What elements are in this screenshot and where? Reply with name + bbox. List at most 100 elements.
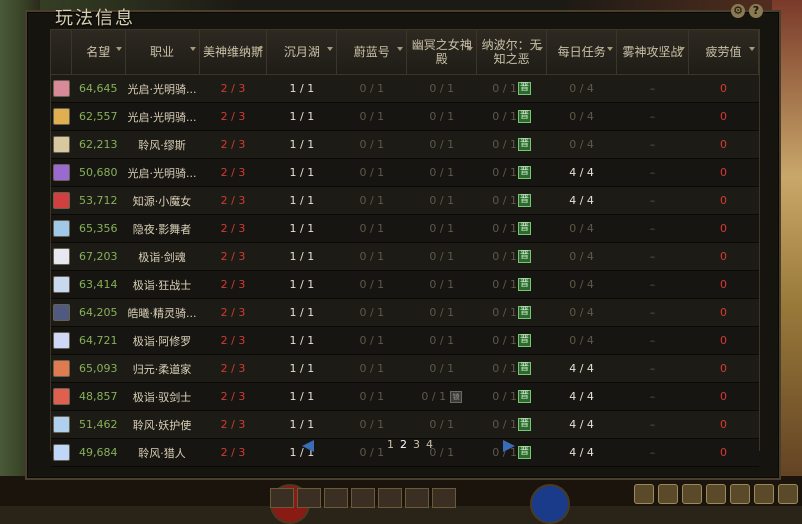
promote-badge-icon[interactable]: 晋 — [518, 418, 531, 432]
fog-cell: – — [616, 326, 689, 355]
skill-slot[interactable] — [324, 488, 348, 508]
sort-arrow-icon[interactable] — [189, 47, 196, 51]
nether-cell: 0 / 1 — [406, 214, 477, 243]
table-row[interactable]: 63,414 极诣·狂战士 2 / 31 / 10 / 10 / 10 / 1晋0 … — [51, 270, 759, 299]
promote-badge-icon[interactable]: 晋 — [518, 390, 531, 404]
fatigue-cell: 0 — [688, 242, 759, 271]
page-number[interactable]: 1 — [387, 438, 394, 451]
column-header[interactable]: 沉月湖 — [266, 30, 338, 75]
fog-cell: – — [616, 158, 689, 187]
table-row[interactable]: 67,203 极诣·剑魂 2 / 31 / 10 / 10 / 10 / 1晋0 /… — [51, 242, 759, 271]
promote-badge-icon[interactable]: 晋 — [518, 222, 531, 236]
avatar-cell — [51, 354, 72, 383]
table-row[interactable]: 51,462 聆风·妖护使 2 / 31 / 10 / 10 / 10 / 1晋4 … — [51, 410, 759, 439]
page-number[interactable]: 2 — [400, 438, 407, 451]
column-header[interactable]: 疲劳值 — [688, 30, 759, 75]
renown-cell: 64,205 — [71, 298, 126, 327]
lake-cell-value: 1 / 1 — [289, 250, 315, 263]
job-cell: 极诣·狂战士 — [125, 270, 200, 299]
table-row[interactable]: 50,680 光启·光明骑... 2 / 31 / 10 / 10 / 10 / 1… — [51, 158, 759, 187]
sort-arrow-icon[interactable] — [327, 47, 334, 51]
column-header[interactable]: 蔚蓝号 — [336, 30, 408, 75]
nether-cell: 0 / 1 — [406, 242, 477, 271]
menu-icon[interactable] — [730, 484, 750, 504]
venus-cell-value: 2 / 3 — [220, 362, 246, 375]
menu-icon[interactable] — [634, 484, 654, 504]
help-icon[interactable]: ? — [749, 4, 763, 18]
column-header[interactable]: 职业 — [125, 30, 200, 75]
sort-arrow-icon[interactable] — [679, 47, 685, 51]
table-row[interactable]: 65,093 归元·柔道家 2 / 31 / 10 / 10 / 10 / 1晋4 … — [51, 354, 759, 383]
promote-badge-icon[interactable]: 晋 — [518, 82, 531, 96]
promote-badge-icon[interactable]: 晋 — [518, 138, 531, 152]
menu-icon[interactable] — [658, 484, 678, 504]
azure-cell-value: 0 / 1 — [359, 418, 385, 431]
fatigue-cell: 0 — [688, 382, 759, 411]
sort-arrow-icon[interactable] — [257, 47, 264, 51]
fog-cell: – — [616, 102, 689, 131]
page-number[interactable]: 3 — [413, 438, 420, 451]
skill-slot[interactable] — [270, 488, 294, 508]
column-header[interactable]: 美神维纳斯 — [199, 30, 268, 75]
skill-slot[interactable] — [432, 488, 456, 508]
table-row[interactable]: 64,645 光启·光明骑... 2 / 31 / 10 / 10 / 10 / 1… — [51, 74, 759, 103]
fog-cell-value: – — [649, 334, 656, 347]
promote-badge-icon[interactable]: 晋 — [518, 250, 531, 264]
table-row[interactable]: 48,857 极诣·驭剑士 2 / 31 / 10 / 10 / 1锁0 / 1晋4… — [51, 382, 759, 411]
next-page-arrow-icon[interactable] — [503, 440, 515, 452]
nether-cell: 0 / 1 — [406, 354, 477, 383]
fatigue-cell-value: 0 — [720, 138, 727, 151]
menu-icon[interactable] — [778, 484, 798, 504]
column-header[interactable]: 每日任务 — [546, 30, 618, 75]
lake-cell: 1 / 1 — [266, 270, 337, 299]
sort-arrow-icon[interactable] — [115, 47, 122, 51]
nabol-cell-value: 0 / 1 — [492, 221, 517, 235]
renown-cell: 65,093 — [71, 354, 126, 383]
job-cell-value: 聆风·妖护使 — [132, 418, 192, 432]
promote-badge-icon[interactable]: 晋 — [518, 166, 531, 180]
sort-arrow-icon[interactable] — [749, 47, 755, 51]
daily-cell: 4 / 4 — [546, 410, 617, 439]
prev-page-arrow-icon[interactable] — [302, 440, 314, 452]
table-row[interactable]: 62,557 光启·光明骑... 2 / 31 / 10 / 10 / 10 / 1… — [51, 102, 759, 131]
nabol-cell: 0 / 1晋 — [476, 102, 547, 131]
table-row[interactable]: 65,356 隐夜·影舞者 2 / 31 / 10 / 10 / 10 / 1晋0 … — [51, 214, 759, 243]
promote-badge-icon[interactable]: 晋 — [518, 110, 531, 124]
renown-cell: 65,356 — [71, 214, 126, 243]
venus-cell: 2 / 3 — [199, 242, 267, 271]
promote-badge-icon[interactable]: 晋 — [518, 194, 531, 208]
column-header[interactable]: 幽冥之女神殿 — [406, 30, 478, 75]
table-row[interactable]: 64,205 皓曦·精灵骑... 2 / 31 / 10 / 10 / 10 / 1… — [51, 298, 759, 327]
promote-badge-icon[interactable]: 晋 — [518, 362, 531, 376]
sort-arrow-icon[interactable] — [397, 47, 404, 51]
menu-icon[interactable] — [682, 484, 702, 504]
table-row[interactable]: 62,213 聆风·缪斯 2 / 31 / 10 / 10 / 10 / 1晋0 /… — [51, 130, 759, 159]
menu-icon[interactable] — [706, 484, 726, 504]
table-row[interactable]: 64,721 极诣·阿修罗 2 / 31 / 10 / 10 / 10 / 1晋0 … — [51, 326, 759, 355]
gear-icon[interactable]: ⚙ — [731, 4, 745, 18]
fatigue-cell: 0 — [688, 214, 759, 243]
skill-slot[interactable] — [351, 488, 375, 508]
skill-slot[interactable] — [297, 488, 321, 508]
column-header[interactable]: 纳波尔：无知之恶 — [476, 30, 548, 75]
promote-badge-icon[interactable]: 晋 — [518, 334, 531, 348]
sort-arrow-icon[interactable] — [537, 47, 544, 51]
column-header[interactable]: 雾神攻坚战 — [616, 30, 689, 75]
venus-cell-value: 2 / 3 — [220, 222, 246, 235]
venus-cell: 2 / 3 — [199, 382, 267, 411]
promote-badge-icon[interactable]: 晋 — [518, 278, 531, 292]
table-row[interactable]: 53,712 知源·小魔女 2 / 31 / 10 / 10 / 10 / 1晋4 … — [51, 186, 759, 215]
page-number[interactable]: 4 — [426, 438, 433, 451]
daily-cell-value: 0 / 4 — [569, 110, 594, 123]
sort-arrow-icon[interactable] — [607, 47, 614, 51]
sort-arrow-icon[interactable] — [467, 47, 474, 51]
renown-cell-value: 63,414 — [79, 278, 118, 291]
lake-cell: 1 / 1 — [266, 354, 337, 383]
venus-cell-value: 2 / 3 — [220, 82, 246, 95]
skill-slot[interactable] — [405, 488, 429, 508]
column-header[interactable]: 名望 — [71, 30, 126, 75]
promote-badge-icon[interactable]: 晋 — [518, 306, 531, 320]
skill-slot[interactable] — [378, 488, 402, 508]
menu-icon[interactable] — [754, 484, 774, 504]
nether-cell: 0 / 1 — [406, 298, 477, 327]
